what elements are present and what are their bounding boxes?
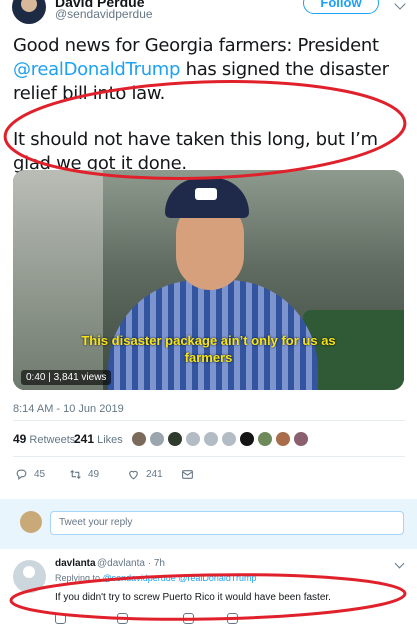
message-icon	[182, 469, 193, 479]
liker-avatar[interactable]	[221, 431, 237, 447]
likes-stat[interactable]: 241 Likes	[74, 432, 123, 446]
retweets-stat[interactable]: 49 Retweets	[13, 432, 75, 446]
liker-avatar[interactable]	[131, 431, 147, 447]
tweet-paragraph-1: Good news for Georgia farmers: President…	[13, 35, 389, 104]
replying-to: Replying to @sendavidperdue @realDonaldT…	[55, 573, 257, 583]
reply-author-handle[interactable]: @davlanta · 7h	[97, 558, 165, 569]
message-button[interactable]	[181, 465, 200, 483]
current-user-avatar	[20, 511, 42, 533]
tweet-header: David Perdue @sendavidperdue Follow	[0, 0, 417, 30]
divider	[13, 456, 405, 457]
like-icon	[129, 470, 138, 479]
reply-button[interactable]: 45	[15, 465, 45, 483]
tweet-paragraph-2: It should not have taken this long, but …	[13, 129, 378, 174]
author-avatar[interactable]	[12, 0, 46, 24]
mention-link[interactable]: @realDonaldTrump	[13, 59, 180, 80]
divider	[13, 420, 405, 421]
reply-text: If you didn't try to screw Puerto Rico i…	[55, 592, 331, 603]
tweet-actions: 45 49 241	[13, 465, 313, 485]
retweet-icon	[70, 469, 81, 479]
retweet-button[interactable]: 49	[69, 465, 99, 483]
reply-author-name[interactable]: davlanta	[55, 558, 96, 569]
liker-avatar[interactable]	[203, 431, 219, 447]
liker-avatar[interactable]	[293, 431, 309, 447]
author-handle[interactable]: @sendavidperdue	[55, 7, 153, 21]
video-subtitle: This disaster package ain’t only for us …	[81, 333, 336, 365]
tweet-timestamp[interactable]: 8:14 AM - 10 Jun 2019	[13, 403, 124, 415]
liker-avatar[interactable]	[239, 431, 255, 447]
like-button[interactable]: 241	[127, 465, 163, 483]
reply-icon[interactable]	[55, 613, 66, 624]
liker-avatar[interactable]	[167, 431, 183, 447]
retweet-icon[interactable]	[117, 613, 128, 624]
reply-actions	[55, 613, 255, 625]
reply-tweet[interactable]: davlanta @davlanta · 7h Replying to @sen…	[0, 550, 417, 625]
chevron-down-icon[interactable]	[394, 0, 406, 10]
reply-avatar[interactable]	[13, 560, 46, 593]
message-icon[interactable]	[227, 613, 238, 624]
liker-avatar[interactable]	[275, 431, 291, 447]
liker-avatar[interactable]	[149, 431, 165, 447]
reply-compose-area: Tweet your reply	[0, 499, 417, 549]
liker-avatar[interactable]	[257, 431, 273, 447]
reply-input[interactable]: Tweet your reply	[50, 511, 404, 535]
follow-button[interactable]: Follow	[303, 0, 379, 14]
liker-avatar[interactable]	[185, 431, 201, 447]
video-stats: 0:40 | 3,841 views	[21, 370, 112, 385]
reply-icon	[16, 469, 27, 480]
like-icon[interactable]	[183, 613, 194, 624]
chevron-down-icon[interactable]	[394, 558, 405, 569]
video-player[interactable]: This disaster package ain’t only for us …	[13, 170, 404, 390]
